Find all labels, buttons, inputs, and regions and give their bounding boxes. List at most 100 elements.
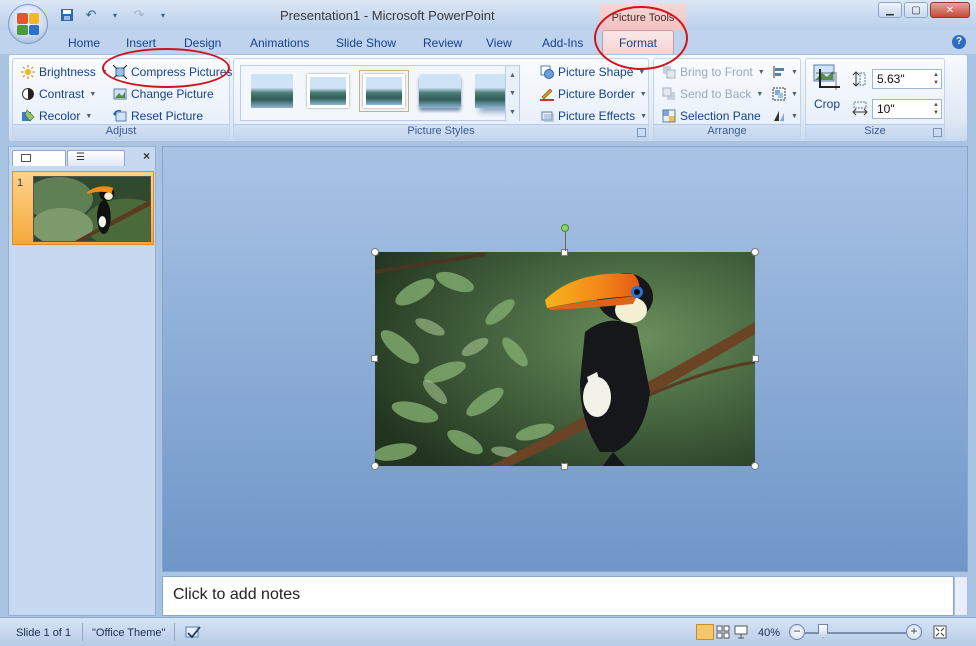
picture-tools-label: Picture Tools — [600, 4, 686, 30]
resize-handle[interactable] — [371, 355, 378, 362]
tab-slide-show[interactable]: Slide Show — [336, 36, 396, 50]
slide-show-icon[interactable] — [734, 625, 748, 639]
tab-animations[interactable]: Animations — [250, 36, 309, 50]
picture-effects-button[interactable]: Picture Effects ▼ — [540, 109, 647, 123]
slide-thumbnail-1[interactable]: 1 — [12, 171, 154, 245]
chevron-down-icon: ▼ — [791, 90, 798, 98]
tab-view[interactable]: View — [486, 36, 512, 50]
send-to-back-label: Send to Back — [680, 87, 752, 101]
customize-qat-icon[interactable]: ▾ — [154, 6, 172, 24]
style-thumbnail[interactable] — [419, 74, 461, 108]
chevron-down-icon: ▼ — [791, 68, 798, 76]
send-to-back-button[interactable]: Send to Back ▼ — [662, 87, 763, 101]
chevron-down-icon: ▼ — [756, 90, 764, 98]
notes-pane[interactable]: Click to add notes — [162, 576, 954, 616]
size-group-label: Size — [806, 124, 944, 139]
maximize-button[interactable]: ▢ — [904, 2, 928, 18]
contrast-icon — [21, 87, 35, 101]
tab-outline[interactable]: ☰ — [67, 150, 125, 166]
toucan-picture[interactable] — [375, 252, 755, 466]
bring-to-front-button[interactable]: Bring to Front ▼ — [662, 65, 765, 79]
spelling-check-icon[interactable] — [184, 625, 202, 641]
undo-icon[interactable]: ↶ — [82, 6, 100, 24]
close-button[interactable]: ✕ — [930, 2, 970, 18]
recolor-icon — [21, 109, 35, 123]
rotate-handle-icon[interactable] — [561, 224, 569, 232]
zoom-slider-thumb[interactable] — [818, 624, 828, 638]
compress-pictures-label: Compress Pictures — [131, 65, 233, 79]
dialog-launcher-icon[interactable] — [637, 128, 646, 137]
save-icon[interactable] — [58, 6, 76, 24]
picture-shape-button[interactable]: Picture Shape ▼ — [540, 65, 645, 79]
resize-handle[interactable] — [752, 355, 759, 362]
zoom-out-icon[interactable]: − — [789, 624, 805, 640]
resize-handle[interactable] — [371, 462, 379, 470]
crop-button[interactable]: Crop — [812, 63, 842, 111]
arrange-group-label: Arrange — [654, 124, 800, 139]
change-picture-button[interactable]: Change Picture — [113, 87, 214, 101]
picture-border-button[interactable]: Picture Border ▼ — [540, 87, 647, 101]
slide-sorter-icon[interactable] — [716, 625, 730, 639]
group-button[interactable]: ▼ — [772, 87, 798, 101]
zoom-level[interactable]: 40% — [758, 627, 780, 639]
brightness-button[interactable]: Brightness ▼ — [21, 65, 108, 79]
height-input[interactable]: 5.63" ▲ ▼ — [872, 69, 942, 89]
contrast-button[interactable]: Contrast ▼ — [21, 87, 96, 101]
picture-styles-group-label: Picture Styles — [234, 124, 648, 139]
selection-pane-icon — [662, 109, 676, 123]
compress-pictures-button[interactable]: Compress Pictures — [112, 64, 233, 80]
selection-pane-button[interactable]: Selection Pane — [662, 109, 761, 123]
gallery-more-icon[interactable]: ▼ — [509, 109, 516, 116]
resize-handle[interactable] — [561, 463, 568, 470]
bring-to-front-icon — [662, 65, 676, 79]
picture-shape-icon — [540, 65, 554, 79]
size-group: Crop 5.63" ▲ ▼ 10" ▲ ▼ Size — [805, 58, 945, 140]
gallery-scrollbar[interactable]: ▲ ▼ ▼ — [505, 66, 519, 122]
picture-border-icon — [540, 87, 554, 101]
tab-add-ins[interactable]: Add-Ins — [542, 36, 583, 50]
reset-picture-button[interactable]: Reset Picture — [113, 109, 203, 123]
tab-insert[interactable]: Insert — [126, 36, 156, 50]
adjust-group-label: Adjust — [13, 124, 229, 139]
dialog-launcher-icon[interactable] — [933, 128, 942, 137]
help-icon[interactable]: ? — [952, 35, 966, 49]
resize-handle[interactable] — [751, 248, 759, 256]
style-thumbnail[interactable] — [251, 74, 293, 108]
spinner-icon[interactable]: ▲ ▼ — [933, 101, 939, 117]
ribbon: Brightness ▼ Contrast ▼ Recolor ▼ Compre… — [8, 54, 968, 142]
height-value: 5.63" — [877, 72, 905, 86]
tab-format[interactable]: Format — [602, 30, 674, 54]
picture-styles-group: ▲ ▼ ▼ Picture Shape ▼ Picture Border ▼ P… — [233, 58, 649, 140]
zoom-in-icon[interactable]: + — [906, 624, 922, 640]
office-button[interactable] — [8, 4, 48, 44]
selection-pane-label: Selection Pane — [680, 109, 761, 123]
window-title: Presentation1 - Microsoft PowerPoint — [280, 8, 495, 23]
shape-height-icon — [852, 71, 866, 87]
undo-dropdown-icon[interactable]: ▾ — [106, 6, 124, 24]
style-thumbnail[interactable] — [307, 74, 349, 108]
width-input[interactable]: 10" ▲ ▼ — [872, 99, 942, 119]
tab-slides[interactable] — [12, 150, 66, 166]
ribbon-tabs: Home Insert Design Animations Slide Show… — [0, 30, 976, 54]
fit-to-window-icon[interactable] — [932, 624, 948, 640]
scroll-up-icon[interactable]: ▲ — [509, 72, 516, 79]
scroll-down-icon[interactable]: ▼ — [509, 90, 516, 97]
align-button[interactable]: ▼ — [772, 65, 798, 79]
resize-handle[interactable] — [751, 462, 759, 470]
spinner-icon[interactable]: ▲ ▼ — [933, 71, 939, 87]
slide-number: 1 — [17, 177, 24, 189]
close-pane-icon[interactable]: × — [143, 149, 150, 163]
adjust-group: Brightness ▼ Contrast ▼ Recolor ▼ Compre… — [12, 58, 233, 140]
tab-review[interactable]: Review — [423, 36, 462, 50]
minimize-button[interactable]: ▁ — [878, 2, 902, 18]
tab-design[interactable]: Design — [184, 36, 221, 50]
recolor-button[interactable]: Recolor ▼ — [21, 109, 92, 123]
rotate-button[interactable]: ▼ — [772, 109, 798, 123]
notes-scrollbar[interactable] — [954, 576, 968, 616]
style-thumbnail[interactable] — [359, 70, 409, 112]
redo-icon[interactable]: ↷ — [130, 6, 148, 24]
resize-handle[interactable] — [371, 248, 379, 256]
normal-view-icon[interactable] — [696, 624, 714, 640]
tab-home[interactable]: Home — [68, 36, 100, 50]
chevron-down-icon: ▼ — [89, 90, 97, 98]
